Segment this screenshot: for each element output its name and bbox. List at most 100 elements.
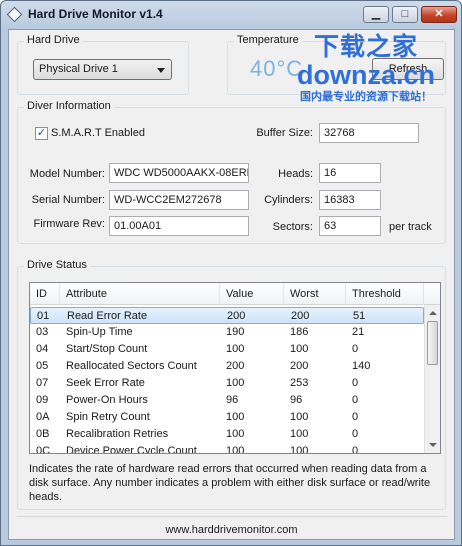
minimize-button[interactable]: ▁ xyxy=(363,6,389,23)
table-row[interactable]: 03 Spin-Up Time 190 186 21 xyxy=(30,324,424,341)
cell-attribute: Power-On Hours xyxy=(66,394,148,406)
cell-threshold: 0 xyxy=(352,428,359,440)
cell-value: 200 xyxy=(226,360,245,372)
client-area: Hard Drive Physical Drive 1 Temperature … xyxy=(8,29,455,540)
cell-worst: 200 xyxy=(290,360,309,372)
app-window: Hard Drive Monitor v1.4 ▁ □ ✕ Hard Drive… xyxy=(0,0,462,546)
watermark-line2: downza.cn xyxy=(296,60,435,90)
cell-attribute: Spin Retry Count xyxy=(66,411,150,423)
cylinders-label: Cylinders: xyxy=(264,194,313,206)
buffer-size-field[interactable]: 32768 xyxy=(319,123,419,143)
cell-value: 96 xyxy=(226,394,239,406)
cell-id: 04 xyxy=(36,343,49,355)
cell-attribute: Seek Error Rate xyxy=(66,377,145,389)
table-header: ID Attribute Value Worst Threshold xyxy=(30,283,440,305)
column-header-id[interactable]: ID xyxy=(30,283,60,305)
cell-id: 09 xyxy=(36,394,49,406)
footer-divider xyxy=(17,516,447,517)
cell-worst: 100 xyxy=(290,411,309,423)
app-diamond-icon xyxy=(6,6,23,23)
cell-threshold: 21 xyxy=(352,326,365,338)
smart-attributes-table[interactable]: ID Attribute Value Worst Threshold 01 Re… xyxy=(29,282,441,454)
cell-value: 200 xyxy=(227,310,246,322)
attribute-description: Indicates the rate of hardware read erro… xyxy=(29,463,431,503)
cell-attribute: Spin-Up Time xyxy=(66,326,133,338)
buffer-size-label: Buffer Size: xyxy=(256,127,313,139)
cell-id: 0C xyxy=(36,445,51,454)
cell-id: 07 xyxy=(36,377,49,389)
cell-threshold: 0 xyxy=(352,394,359,406)
cell-threshold: 0 xyxy=(352,411,359,423)
cell-id: 03 xyxy=(36,326,49,338)
scroll-up-icon[interactable] xyxy=(429,311,437,315)
model-number-label: Model Number: xyxy=(29,168,105,180)
cell-id: 0B xyxy=(36,428,50,440)
heads-label: Heads: xyxy=(278,168,313,180)
drive-select-value: Physical Drive 1 xyxy=(39,63,118,75)
per-track-label: per track xyxy=(389,221,432,233)
cell-value: 100 xyxy=(226,445,245,454)
cell-attribute: Start/Stop Count xyxy=(66,343,148,355)
cell-value: 190 xyxy=(226,326,245,338)
drive-select[interactable]: Physical Drive 1 xyxy=(33,59,172,80)
cell-id: 0A xyxy=(36,411,50,423)
cell-id: 05 xyxy=(36,360,49,372)
cell-worst: 100 xyxy=(290,343,309,355)
table-row[interactable]: 01 Read Error Rate 200 200 51 xyxy=(30,307,424,324)
cell-threshold: 0 xyxy=(352,343,359,355)
column-header-value[interactable]: Value xyxy=(220,283,284,305)
window-title: Hard Drive Monitor v1.4 xyxy=(28,7,163,21)
table-row[interactable]: 04 Start/Stop Count 100 100 0 xyxy=(30,341,424,358)
table-scrollbar[interactable] xyxy=(424,305,440,453)
smart-enabled-checkbox[interactable]: ✓ xyxy=(35,127,48,140)
chevron-down-icon xyxy=(157,68,165,73)
cell-attribute: Device Power Cycle Count xyxy=(66,445,197,454)
driver-information-group-label: Diver Information xyxy=(24,100,114,112)
firmware-rev-label: Firmware Rev: xyxy=(33,218,105,230)
cell-worst: 100 xyxy=(290,445,309,454)
drive-status-group-label: Drive Status xyxy=(24,259,90,271)
column-header-threshold[interactable]: Threshold xyxy=(346,283,424,305)
table-row[interactable]: 05 Reallocated Sectors Count 200 200 140 xyxy=(30,358,424,375)
cell-worst: 96 xyxy=(290,394,303,406)
cell-value: 100 xyxy=(226,377,245,389)
maximize-button[interactable]: □ xyxy=(392,6,418,23)
cell-value: 100 xyxy=(226,428,245,440)
close-button[interactable]: ✕ xyxy=(421,6,457,23)
sectors-field[interactable]: 63 xyxy=(319,216,381,236)
cell-threshold: 51 xyxy=(353,310,366,322)
website-link[interactable]: www.harddrivemonitor.com xyxy=(9,524,454,536)
hard-drive-group-label: Hard Drive xyxy=(24,34,83,46)
scrollbar-thumb[interactable] xyxy=(427,321,438,365)
title-bar[interactable]: Hard Drive Monitor v1.4 ▁ □ ✕ xyxy=(1,1,461,29)
table-body: 01 Read Error Rate 200 200 51 03 Spin-Up… xyxy=(30,307,424,454)
table-row[interactable]: 0B Recalibration Retries 100 100 0 xyxy=(30,426,424,443)
table-row[interactable]: 0C Device Power Cycle Count 100 100 0 xyxy=(30,443,424,454)
hard-drive-group: Hard Drive Physical Drive 1 xyxy=(17,34,189,95)
heads-field[interactable]: 16 xyxy=(319,163,381,183)
cell-worst: 100 xyxy=(290,428,309,440)
downza-watermark: 下载之家 downza.cn 国内最专业的资源下载站！ xyxy=(281,33,451,105)
column-header-worst[interactable]: Worst xyxy=(284,283,346,305)
cell-threshold: 140 xyxy=(352,360,371,372)
table-row[interactable]: 07 Seek Error Rate 100 253 0 xyxy=(30,375,424,392)
cell-id: 01 xyxy=(37,310,50,322)
cell-value: 100 xyxy=(226,343,245,355)
scroll-down-icon[interactable] xyxy=(429,443,437,447)
cell-threshold: 0 xyxy=(352,445,359,454)
cell-attribute: Reallocated Sectors Count xyxy=(66,360,197,372)
cell-value: 100 xyxy=(226,411,245,423)
sectors-label: Sectors: xyxy=(272,221,313,233)
watermark-line1: 下载之家 xyxy=(313,33,418,61)
cylinders-field[interactable]: 16383 xyxy=(319,190,381,210)
watermark-line3: 国内最专业的资源下载站！ xyxy=(300,91,432,103)
column-header-attribute[interactable]: Attribute xyxy=(60,283,220,305)
smart-enabled-label: S.M.A.R.T Enabled xyxy=(51,127,145,139)
table-row[interactable]: 0A Spin Retry Count 100 100 0 xyxy=(30,409,424,426)
serial-number-label: Serial Number: xyxy=(31,194,105,206)
cell-threshold: 0 xyxy=(352,377,359,389)
cell-attribute: Read Error Rate xyxy=(67,310,148,322)
cell-worst: 253 xyxy=(290,377,309,389)
cell-worst: 200 xyxy=(291,310,310,322)
table-row[interactable]: 09 Power-On Hours 96 96 0 xyxy=(30,392,424,409)
